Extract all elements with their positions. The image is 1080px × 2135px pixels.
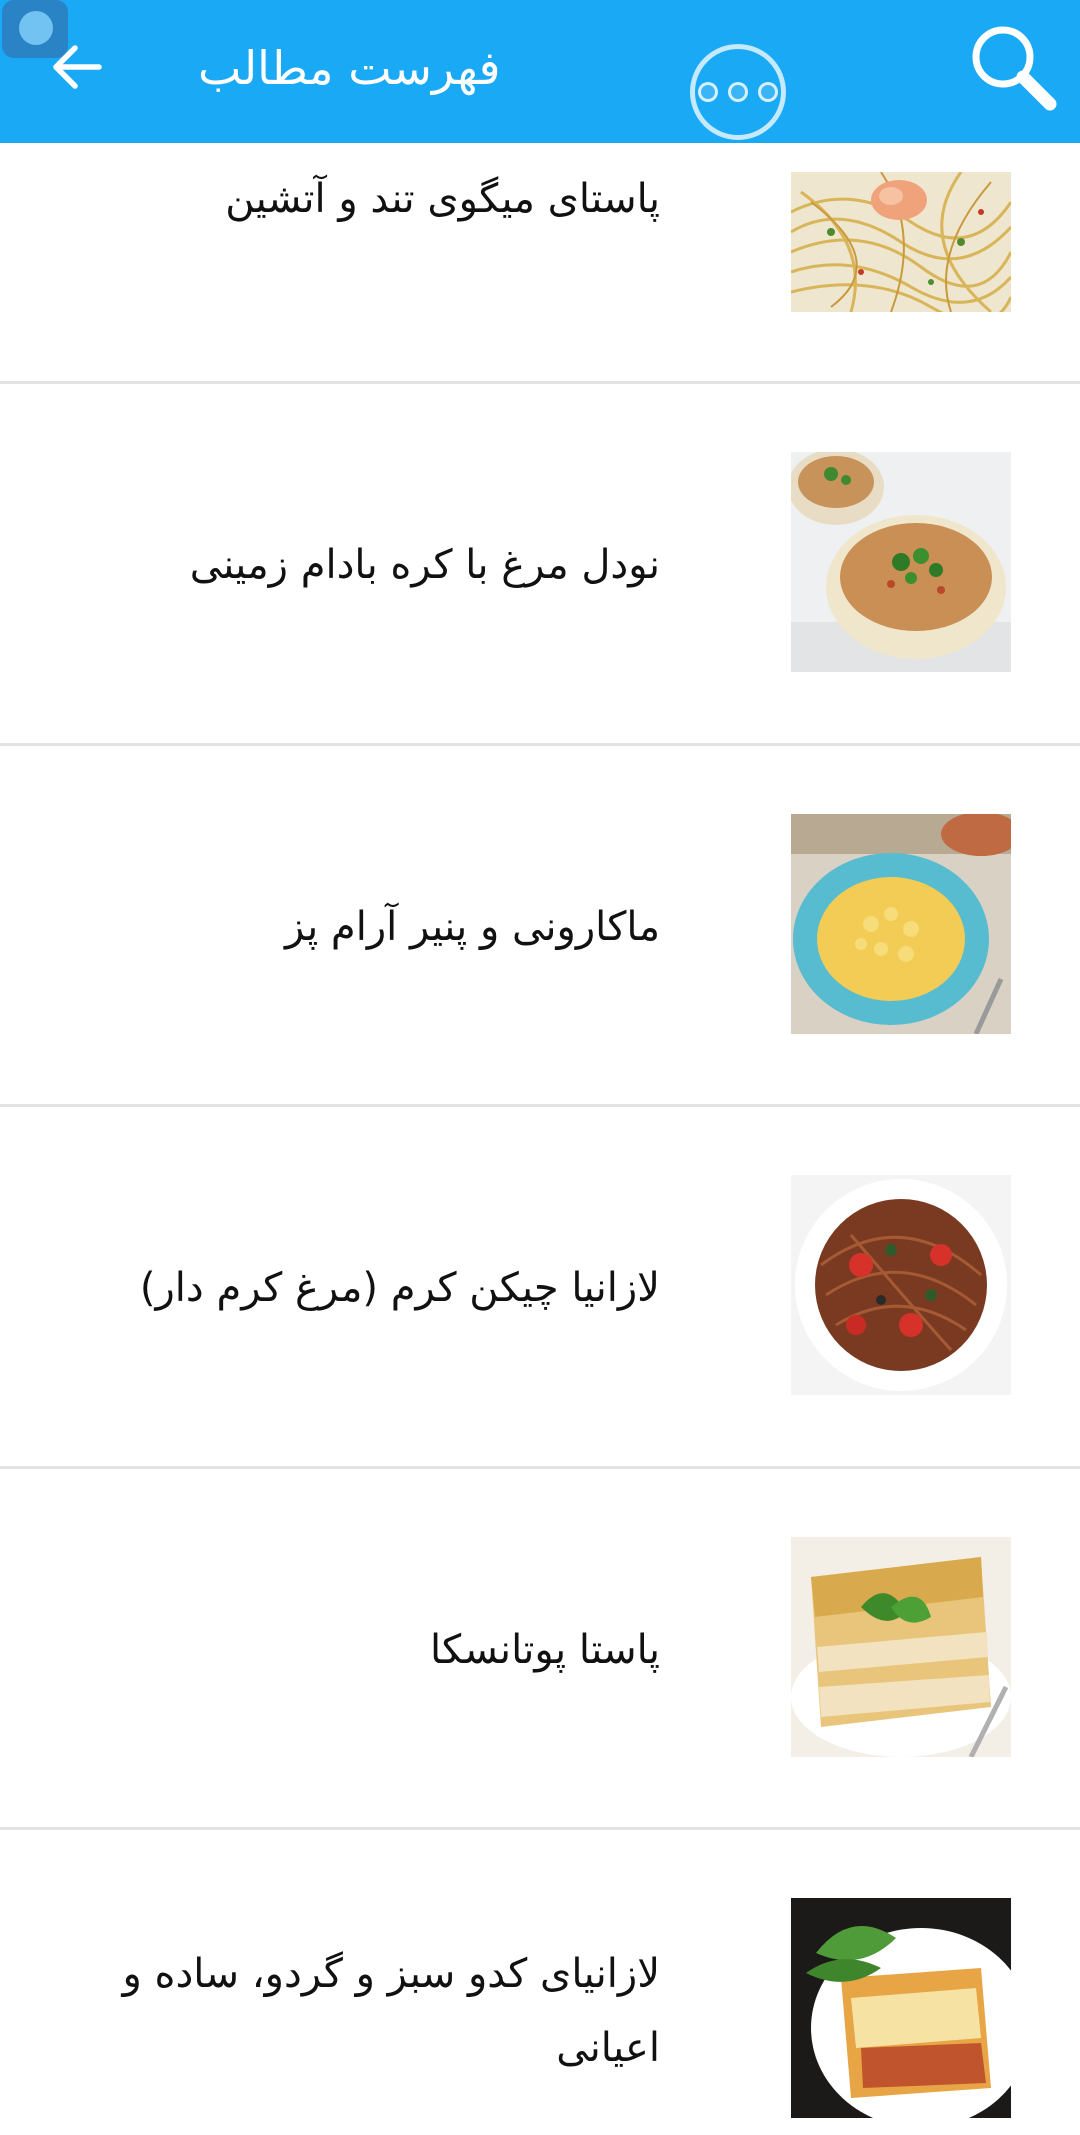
recipe-thumbnail xyxy=(791,1175,1011,1395)
recipe-title: پاستای میگوی تند و آتشین xyxy=(225,176,660,222)
list-item[interactable]: لازانیا چیکن کرم (مرغ کرم دار) xyxy=(0,1107,1080,1469)
app-header: فهرست مطالب xyxy=(0,0,1080,143)
arrow-left-icon xyxy=(53,45,102,89)
search-button[interactable] xyxy=(966,20,1060,114)
list-item[interactable]: لازانیای کدو سبز و گردو، ساده و اعیانی xyxy=(0,1830,1080,2135)
recipe-thumbnail xyxy=(791,452,1011,672)
list-item[interactable]: ماکارونی و پنیر آرام پز xyxy=(0,746,1080,1107)
more-options-button[interactable] xyxy=(690,44,786,140)
recipe-title: ماکارونی و پنیر آرام پز xyxy=(285,904,660,950)
search-icon xyxy=(972,26,1057,111)
list-item[interactable]: نودل مرغ با کره بادام زمینی xyxy=(0,384,1080,746)
recipe-thumbnail xyxy=(791,172,1011,312)
recipe-thumbnail xyxy=(791,1537,1011,1757)
more-dots-icon xyxy=(698,82,718,102)
more-dot xyxy=(758,82,778,102)
recipe-thumbnail xyxy=(791,1898,1011,2118)
recipe-title: لازانیا چیکن کرم (مرغ کرم دار) xyxy=(139,1265,660,1311)
list-item[interactable]: پاستا پوتانسکا xyxy=(0,1469,1080,1830)
recipe-title: نودل مرغ با کره بادام زمینی xyxy=(189,542,660,588)
recipe-title: لازانیای کدو سبز و گردو، ساده و اعیانی xyxy=(122,1951,661,2071)
recipe-title: پاستا پوتانسکا xyxy=(429,1627,660,1673)
page-title: فهرست مطالب xyxy=(198,41,501,95)
list-item[interactable]: پاستای میگوی تند و آتشین xyxy=(0,143,1080,384)
recipe-thumbnail xyxy=(791,814,1011,1034)
more-dot xyxy=(728,82,748,102)
app-screen: فهرست مطالب پاستای میگوی تند و آتشین نود… xyxy=(0,0,1080,2135)
back-button[interactable] xyxy=(44,34,110,100)
